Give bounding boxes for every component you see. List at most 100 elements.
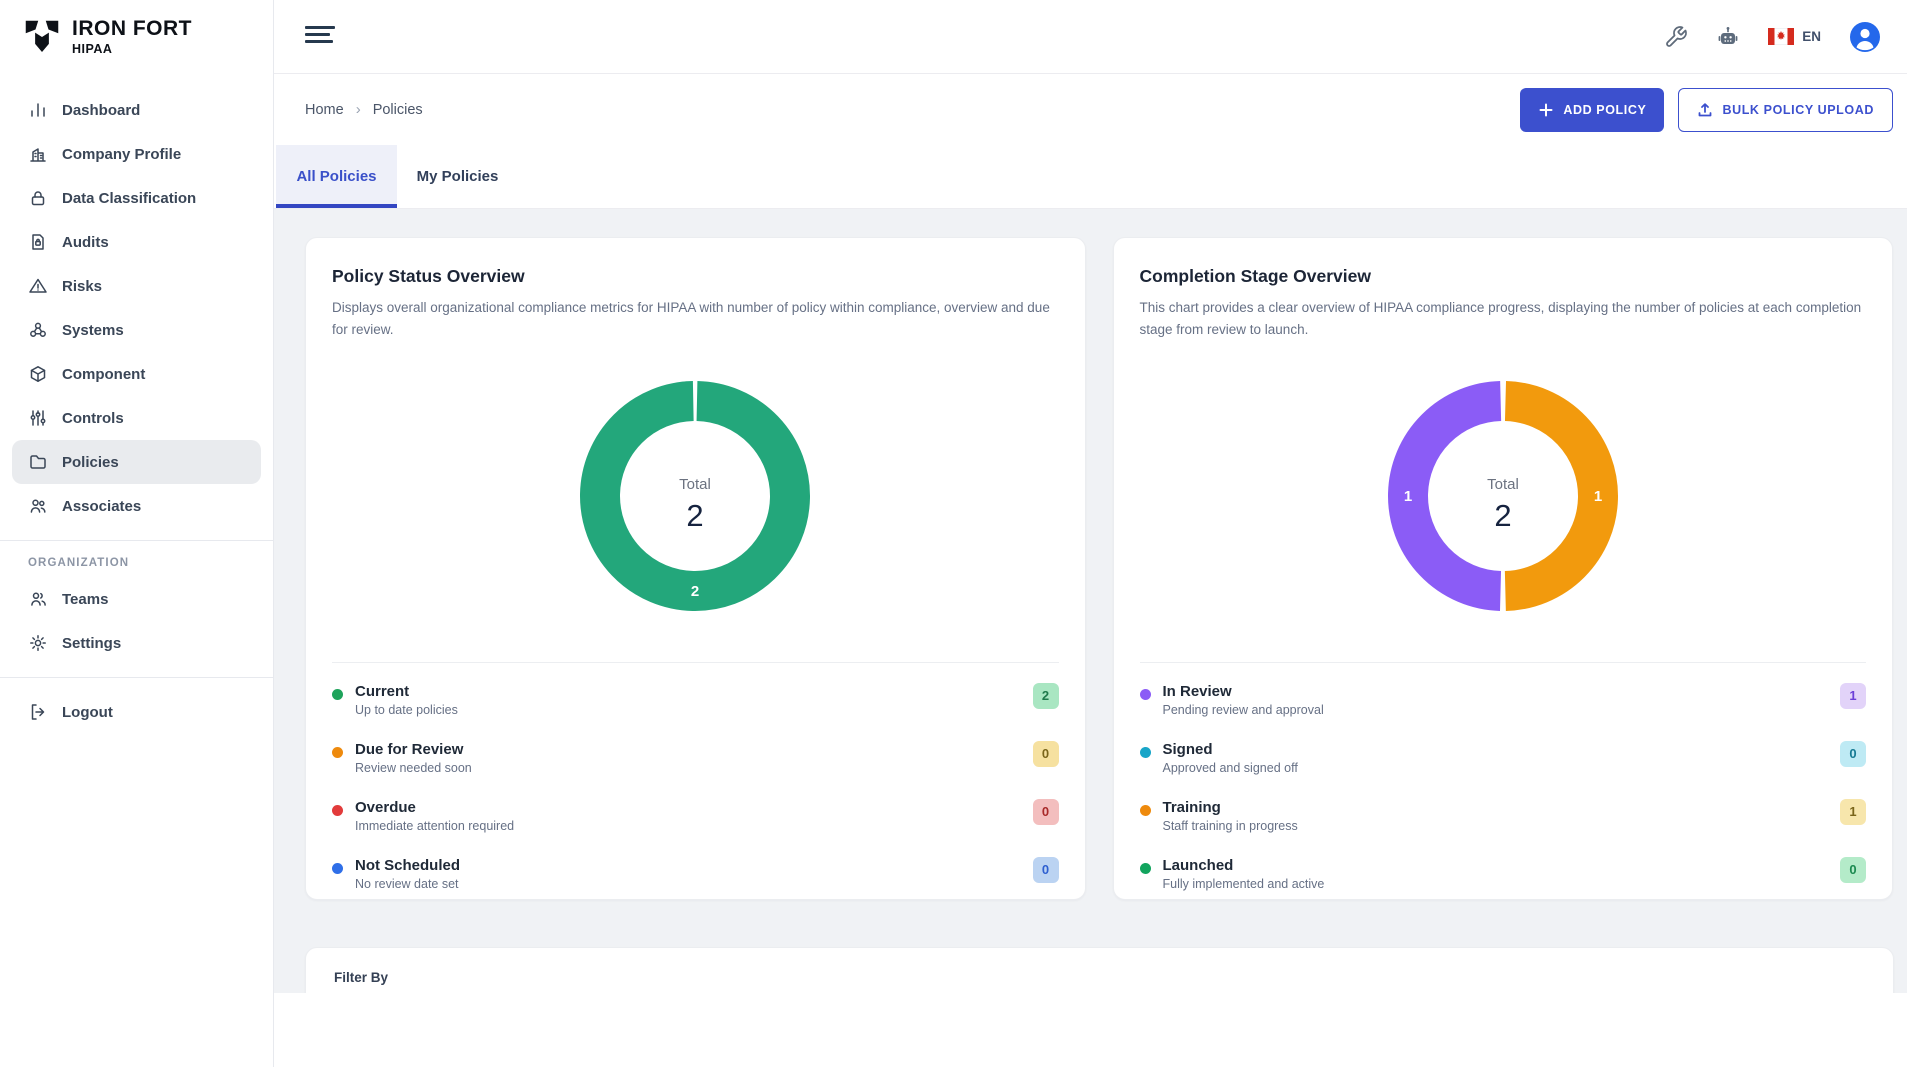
filter-card: Filter By All Policies APPLY FILTER RESE… [305, 947, 1894, 993]
count-badge: 2 [1033, 683, 1059, 709]
legend-name: Training [1163, 799, 1298, 816]
donut-slice-value-left: 1 [1404, 488, 1412, 505]
legend-item-training: Training Staff training in progress 1 [1140, 787, 1867, 845]
tab-my-policies[interactable]: My Policies [397, 145, 518, 208]
sidebar-item-label: Component [62, 366, 145, 383]
language-label: EN [1802, 29, 1821, 44]
team-icon [28, 589, 48, 609]
sidebar-item-component[interactable]: Component [12, 352, 261, 396]
sidebar-item-label: Systems [62, 322, 124, 339]
legend-dot [1140, 863, 1151, 874]
brand-logo[interactable]: IRON FORT HIPAA [0, 0, 273, 74]
legend-desc: Immediate attention required [355, 819, 514, 833]
card-title: Policy Status Overview [332, 266, 1059, 287]
user-avatar[interactable] [1849, 21, 1881, 53]
lock-icon [28, 188, 48, 208]
sidebar-item-associates[interactable]: Associates [12, 484, 261, 528]
menu-toggle-icon[interactable] [305, 26, 335, 47]
sidebar-item-logout[interactable]: Logout [12, 690, 261, 734]
sidebar-item-label: Dashboard [62, 102, 140, 119]
main-content: Home › Policies ADD POLICY BULK POLICY U… [274, 74, 1907, 1067]
sidebar-divider [0, 540, 273, 541]
robot-assistant-icon[interactable] [1716, 25, 1740, 49]
sidebar-item-label: Settings [62, 635, 121, 652]
legend-dot [332, 863, 343, 874]
policy-status-overview-card: Policy Status Overview Displays overall … [305, 237, 1086, 900]
sidebar-item-label: Risks [62, 278, 102, 295]
legend-dot [332, 805, 343, 816]
people-icon [28, 496, 48, 516]
donut-total-value: 2 [687, 498, 704, 533]
completion-stage-donut-chart: Total 2 1 1 [1383, 376, 1623, 616]
sidebar-item-policies[interactable]: Policies [12, 440, 261, 484]
card-title: Completion Stage Overview [1140, 266, 1867, 287]
legend-desc: Pending review and approval [1163, 703, 1324, 717]
legend-desc: No review date set [355, 877, 460, 891]
legend-item-in-review: In Review Pending review and approval 1 [1140, 671, 1867, 729]
legend-dot [1140, 689, 1151, 700]
sidebar-item-settings[interactable]: Settings [12, 621, 261, 665]
completion-stage-overview-card: Completion Stage Overview This chart pro… [1113, 237, 1894, 900]
sidebar-item-risks[interactable]: Risks [12, 264, 261, 308]
count-badge: 0 [1840, 857, 1866, 883]
add-policy-button[interactable]: ADD POLICY [1520, 88, 1664, 132]
sidebar-item-label: Logout [62, 704, 113, 721]
legend-name: Current [355, 683, 458, 700]
sidebar-item-label: Policies [62, 454, 119, 471]
legend-name: Due for Review [355, 741, 472, 758]
legend-name: Signed [1163, 741, 1298, 758]
content-area: Policy Status Overview Displays overall … [274, 209, 1907, 993]
completion-stage-legend: In Review Pending review and approval 1 … [1140, 663, 1867, 903]
donut-slice-value-right: 1 [1594, 488, 1602, 505]
cluster-icon [28, 320, 48, 340]
donut-slice-value: 2 [691, 583, 699, 600]
sidebar-item-audits[interactable]: Audits [12, 220, 261, 264]
sidebar-item-label: Associates [62, 498, 141, 515]
count-badge: 0 [1033, 857, 1059, 883]
breadcrumb-current: Policies [373, 102, 423, 118]
breadcrumb-home[interactable]: Home [305, 102, 344, 118]
policy-status-donut-chart: Total 2 2 [575, 376, 815, 616]
brand-subtitle: HIPAA [72, 42, 192, 56]
policy-tabs: All Policies My Policies [274, 145, 1907, 209]
sidebar-item-systems[interactable]: Systems [12, 308, 261, 352]
sidebar-item-label: Audits [62, 234, 109, 251]
sidebar-section-organization: ORGANIZATION [28, 557, 273, 569]
card-description: Displays overall organizational complian… [332, 297, 1059, 342]
breadcrumb: Home › Policies [305, 101, 423, 118]
legend-item-due-for-review: Due for Review Review needed soon 0 [332, 729, 1059, 787]
legend-dot [1140, 805, 1151, 816]
legend-name: Launched [1163, 857, 1325, 874]
legend-item-overdue: Overdue Immediate attention required 0 [332, 787, 1059, 845]
wrench-icon[interactable] [1664, 25, 1688, 49]
sidebar-item-controls[interactable]: Controls [12, 396, 261, 440]
legend-item-not-scheduled: Not Scheduled No review date set 0 [332, 845, 1059, 903]
sidebar-item-label: Company Profile [62, 146, 181, 163]
sidebar-item-label: Data Classification [62, 190, 196, 207]
count-badge: 0 [1033, 741, 1059, 767]
count-badge: 0 [1033, 799, 1059, 825]
sidebar-item-company-profile[interactable]: Company Profile [12, 132, 261, 176]
count-badge: 1 [1840, 683, 1866, 709]
page-header-row: Home › Policies ADD POLICY BULK POLICY U… [274, 74, 1907, 145]
sidebar-item-dashboard[interactable]: Dashboard [12, 88, 261, 132]
legend-dot [1140, 747, 1151, 758]
cube-icon [28, 364, 48, 384]
gear-icon [28, 633, 48, 653]
donut-total-label: Total [1487, 476, 1519, 493]
brand-name: IRON FORT [72, 18, 192, 39]
legend-desc: Up to date policies [355, 703, 458, 717]
donut-total-value: 2 [1494, 498, 1511, 533]
alert-triangle-icon [28, 276, 48, 296]
filter-by-label: Filter By [334, 970, 1865, 985]
language-switcher[interactable]: EN [1768, 28, 1821, 45]
tab-all-policies[interactable]: All Policies [276, 145, 397, 208]
sidebar-item-teams[interactable]: Teams [12, 577, 261, 621]
sidebar-item-label: Controls [62, 410, 124, 427]
folder-icon [28, 452, 48, 472]
sidebar-item-data-classification[interactable]: Data Classification [12, 176, 261, 220]
ironfort-bull-icon [22, 17, 62, 57]
upload-icon [1697, 102, 1713, 118]
plus-icon [1538, 102, 1554, 118]
bulk-policy-upload-button[interactable]: BULK POLICY UPLOAD [1678, 88, 1893, 132]
